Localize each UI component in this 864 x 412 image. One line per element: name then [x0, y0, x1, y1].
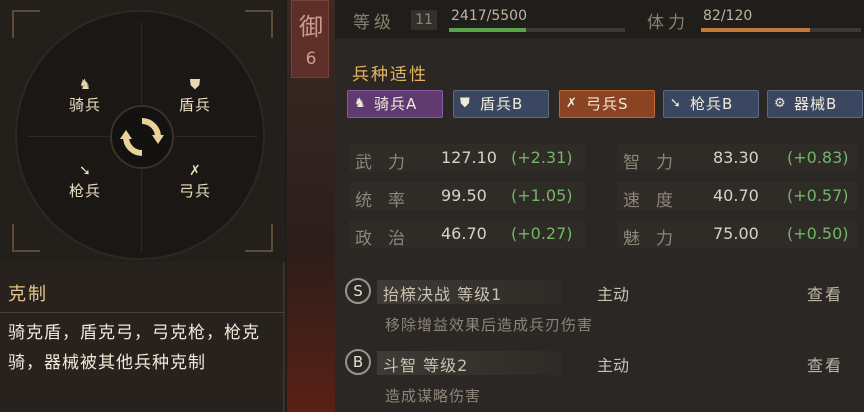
gear-icon: ⚙	[774, 96, 787, 111]
attribute-panel: 等级 11 2417/5500 体力 82/120 兵种适性 ♞ 骑兵A ⛊ 盾兵B…	[335, 0, 864, 412]
stat-name: 武力	[355, 153, 421, 173]
aptitude-siege[interactable]: ⚙ 器械B	[767, 90, 863, 118]
frame-corner	[245, 10, 273, 38]
horse-icon: ♞	[78, 77, 92, 93]
counter-wheel-area: ♞ 骑兵 ⛊ 盾兵 ➘ 枪兵 ✗ 弓兵	[0, 0, 285, 262]
rank-char: 御	[299, 13, 323, 41]
unit-label: 弓兵	[178, 182, 211, 200]
stat-row-charm: 魅力 75.00 (+0.50)	[617, 220, 857, 249]
exp-text: 2417/5500	[451, 8, 527, 24]
skill-description: 移除增益效果后造成兵刃伤害	[385, 316, 594, 334]
counter-description: 骑克盾，盾克弓，弓克枪，枪克骑，器械被其他兵种克制	[8, 323, 260, 373]
stat-row-command: 统率 99.50 (+1.05)	[349, 182, 585, 211]
stat-row-intellect: 智力 83.30 (+0.83)	[617, 144, 857, 173]
spear-icon: ➘	[79, 163, 91, 179]
unit-shield: ⛊ 盾兵	[167, 76, 223, 115]
stat-bonus: (+0.57)	[787, 186, 849, 205]
unit-label: 盾兵	[178, 96, 211, 114]
general-detail-screen: ♞ 骑兵 ⛊ 盾兵 ➘ 枪兵 ✗ 弓兵 克制 骑克盾，盾克弓，弓克枪，枪克骑，器…	[0, 0, 864, 412]
horse-icon: ♞	[354, 96, 367, 111]
unit-label: 枪兵	[68, 182, 101, 200]
skill-name: 斗智 等级2	[383, 356, 469, 375]
stat-value: 40.70	[713, 186, 759, 205]
stat-name: 统率	[355, 191, 421, 211]
rank-badge: 御 6	[291, 0, 329, 78]
stat-value: 83.30	[713, 148, 759, 167]
aptitude-label: 枪兵B	[690, 95, 734, 113]
cycle-arrows-icon	[110, 105, 174, 169]
counter-panel: ♞ 骑兵 ⛊ 盾兵 ➘ 枪兵 ✗ 弓兵 克制 骑克盾，盾克弓，弓克枪，枪克骑，器…	[0, 0, 285, 412]
counter-wheel: ♞ 骑兵 ⛊ 盾兵 ➘ 枪兵 ✗ 弓兵	[15, 10, 265, 260]
stat-name: 魅力	[623, 229, 689, 249]
stat-row-speed: 速度 40.70 (+0.57)	[617, 182, 857, 211]
divider	[0, 312, 285, 313]
exp-bar	[449, 28, 625, 32]
spear-icon: ➘	[670, 96, 682, 111]
view-skill-button[interactable]: 查看	[807, 352, 843, 376]
skill-grade-badge: B	[345, 349, 371, 375]
skill-type: 主动	[597, 356, 630, 375]
stat-bonus: (+1.05)	[511, 186, 573, 205]
skill-type: 主动	[597, 285, 630, 304]
status-bar: 等级 11 2417/5500 体力 82/120	[335, 0, 864, 38]
stat-value: 99.50	[441, 186, 487, 205]
exp-bar-fill	[449, 28, 527, 32]
shield-icon: ⛊	[460, 96, 471, 111]
stamina-bar-fill	[701, 28, 811, 32]
rank-number: 6	[305, 49, 317, 69]
bow-icon: ✗	[189, 163, 201, 179]
level-label: 等级	[353, 13, 395, 33]
aptitude-label: 弓兵S	[586, 95, 629, 113]
skill-name: 抬榇决战 等级1	[383, 285, 503, 304]
stat-name: 速度	[623, 191, 689, 211]
stat-name: 政治	[355, 229, 421, 249]
stamina-bar	[701, 28, 861, 32]
skill-grade-badge: S	[345, 278, 371, 304]
stat-value: 75.00	[713, 224, 759, 243]
stamina-label: 体力	[647, 13, 689, 33]
aptitude-label: 盾兵B	[480, 95, 524, 113]
skill-description: 造成谋略伤害	[385, 387, 482, 405]
portrait-strip: 御 6	[287, 0, 335, 412]
unit-label: 骑兵	[68, 96, 101, 114]
aptitude-label: 骑兵A	[374, 95, 418, 113]
aptitude-shield[interactable]: ⛊ 盾兵B	[453, 90, 549, 118]
aptitude-label: 器械B	[794, 95, 838, 113]
stat-row-force: 武力 127.10 (+2.31)	[349, 144, 585, 173]
skill-row-2: B 斗智 等级2 主动 查看	[335, 349, 864, 377]
stat-bonus: (+0.50)	[787, 224, 849, 243]
unit-spear: ➘ 枪兵	[57, 162, 113, 201]
stat-bonus: (+0.83)	[787, 148, 849, 167]
aptitude-spear[interactable]: ➘ 枪兵B	[663, 90, 759, 118]
stamina-text: 82/120	[703, 8, 753, 24]
stat-bonus: (+2.31)	[511, 148, 573, 167]
stat-bonus: (+0.27)	[511, 224, 573, 243]
level-value: 11	[411, 10, 437, 30]
unit-cavalry: ♞ 骑兵	[57, 76, 113, 115]
shield-icon: ⛊	[189, 77, 201, 93]
frame-corner	[245, 224, 273, 252]
stat-value: 46.70	[441, 224, 487, 243]
unit-bow: ✗ 弓兵	[167, 162, 223, 201]
view-skill-button[interactable]: 查看	[807, 281, 843, 305]
counter-title: 克制	[8, 284, 48, 305]
aptitude-title: 兵种适性	[352, 65, 428, 85]
skill-row-1: S 抬榇决战 等级1 主动 查看	[335, 278, 864, 306]
aptitude-bow[interactable]: ✗ 弓兵S	[559, 90, 655, 118]
stat-value: 127.10	[441, 148, 497, 167]
stat-name: 智力	[623, 153, 689, 173]
aptitude-cavalry[interactable]: ♞ 骑兵A	[347, 90, 443, 118]
frame-corner	[12, 224, 40, 252]
stat-row-politics: 政治 46.70 (+0.27)	[349, 220, 585, 249]
frame-corner	[12, 10, 40, 38]
bow-icon: ✗	[566, 96, 578, 111]
